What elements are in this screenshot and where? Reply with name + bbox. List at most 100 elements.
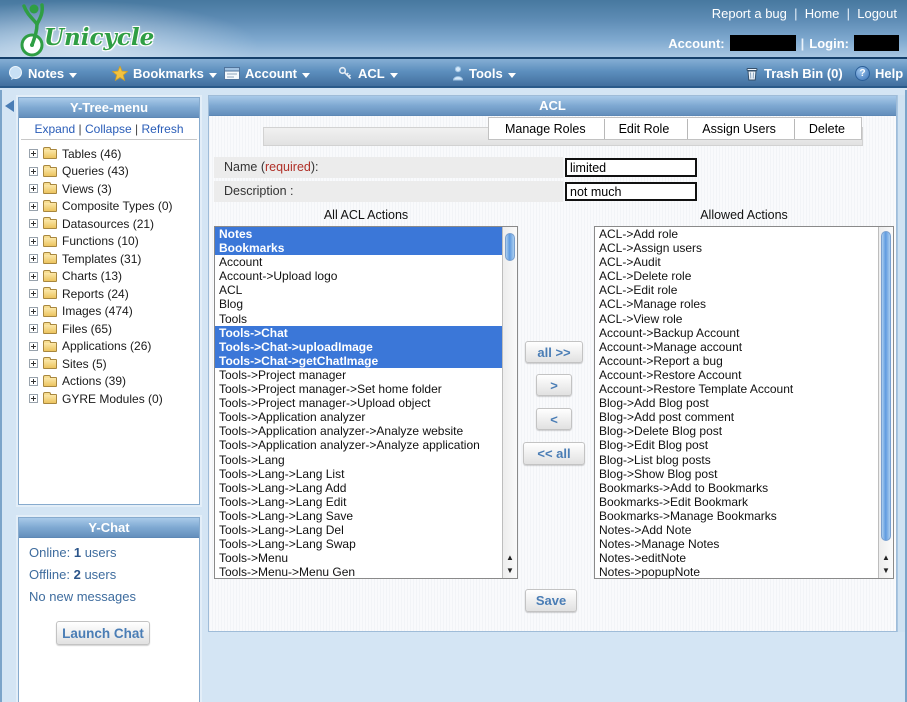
expand-plus-icon[interactable] [29,254,38,263]
launch-chat-button[interactable]: Launch Chat [56,621,150,645]
list-item[interactable]: Tools->Chat [215,326,502,340]
allowed-actions-listbox[interactable]: ACL->Add roleACL->Assign usersACL->Audit… [594,226,894,579]
list-item[interactable]: Blog->Edit Blog post [595,438,878,452]
tree-item[interactable]: Functions (10) [29,233,199,251]
list-item[interactable]: Tools->Lang->Lang Del [215,523,502,537]
tab-delete[interactable]: Delete [794,119,859,139]
list-item[interactable]: Notes->editNote [595,551,878,565]
move-all-left-button[interactable]: << all [523,442,585,465]
tree-item[interactable]: Actions (39) [29,373,199,391]
list-item[interactable]: Tools->Lang->Lang Add [215,481,502,495]
expand-plus-icon[interactable] [29,272,38,281]
list-item[interactable]: ACL->Audit [595,255,878,269]
tab-manage-roles[interactable]: Manage Roles [491,119,600,139]
scrollbar-arrows[interactable]: ▲▼ [503,551,517,577]
tree-item[interactable]: Charts (13) [29,268,199,286]
expand-plus-icon[interactable] [29,359,38,368]
nav-item-account[interactable]: Account [224,64,310,82]
expand-link[interactable]: Expand [34,122,85,136]
nav-item-tools[interactable]: Tools [452,64,516,82]
list-item[interactable]: Account->Manage account [595,340,878,354]
expand-plus-icon[interactable] [29,394,38,403]
list-item[interactable]: Notes [215,227,502,241]
nav-item-notes[interactable]: Notes [8,64,77,82]
nav-item-help[interactable]: Help [855,64,903,82]
list-item[interactable]: Tools->Chat->uploadImage [215,340,502,354]
list-item[interactable]: ACL->Delete role [595,269,878,283]
list-item[interactable]: Account->Restore Template Account [595,382,878,396]
scrollbar-thumb[interactable] [505,233,515,261]
refresh-link[interactable]: Refresh [141,122,183,136]
list-item[interactable]: ACL->Assign users [595,241,878,255]
list-item[interactable]: Account->Restore Account [595,368,878,382]
list-item[interactable]: Bookmarks->Add to Bookmarks [595,481,878,495]
nav-item-bookmarks[interactable]: Bookmarks [112,64,217,82]
tree-item[interactable]: Views (3) [29,180,199,198]
tree-item[interactable]: Queries (43) [29,163,199,181]
list-item[interactable]: Tools->Project manager->Set home folder [215,382,502,396]
tree-item[interactable]: Images (474) [29,303,199,321]
list-item[interactable]: Blog->Add Blog post [595,396,878,410]
list-item[interactable]: Tools->Project manager->Upload object [215,396,502,410]
expand-plus-icon[interactable] [29,149,38,158]
list-item[interactable]: Account->Backup Account [595,326,878,340]
expand-plus-icon[interactable] [29,184,38,193]
expand-plus-icon[interactable] [29,377,38,386]
all-acl-actions-listbox[interactable]: NotesBookmarksAccountAccount->Upload log… [214,226,518,579]
logout-link[interactable]: Logout [857,6,897,21]
list-item[interactable]: ACL->Manage roles [595,297,878,311]
expand-plus-icon[interactable] [29,219,38,228]
tab-edit-role[interactable]: Edit Role [604,119,684,139]
list-item[interactable]: Blog [215,297,502,311]
list-item[interactable]: Blog->List blog posts [595,453,878,467]
list-item[interactable]: Tools->Lang->Lang Edit [215,495,502,509]
list-item[interactable]: Tools [215,312,502,326]
list-item[interactable]: Tools->Application analyzer [215,410,502,424]
list-item[interactable]: Bookmarks [215,241,502,255]
scrollbar-thumb[interactable] [881,231,891,541]
tree-item[interactable]: GYRE Modules (0) [29,390,199,408]
tree-item[interactable]: Applications (26) [29,338,199,356]
tree-item[interactable]: Tables (46) [29,145,199,163]
expand-plus-icon[interactable] [29,202,38,211]
list-item[interactable]: Notes->Add Note [595,523,878,537]
list-item[interactable]: Tools->Lang->Lang List [215,467,502,481]
list-item[interactable]: Tools->Lang->Lang Save [215,509,502,523]
description-input[interactable] [565,182,697,201]
tree-item[interactable]: Reports (24) [29,285,199,303]
nav-item-acl[interactable]: ACL [338,64,398,82]
list-item[interactable]: Tools->Project manager [215,368,502,382]
list-item[interactable]: Tools->Application analyzer->Analyze web… [215,424,502,438]
expand-plus-icon[interactable] [29,342,38,351]
expand-plus-icon[interactable] [29,289,38,298]
main-scroll-strip[interactable] [897,95,905,632]
list-item[interactable]: ACL [215,283,502,297]
tab-assign-users[interactable]: Assign Users [687,119,790,139]
list-item[interactable]: Tools->Menu [215,551,502,565]
scrollbar-arrows[interactable]: ▲▼ [879,551,893,577]
list-item[interactable]: Tools->Chat->getChatImage [215,354,502,368]
list-item[interactable]: Bookmarks->Edit Bookmark [595,495,878,509]
tree-item[interactable]: Datasources (21) [29,215,199,233]
expand-plus-icon[interactable] [29,237,38,246]
save-button[interactable]: Save [525,589,577,612]
allowed-list-scrollbar[interactable]: ▲▼ [878,227,893,578]
list-item[interactable]: Blog->Add post comment [595,410,878,424]
list-item[interactable]: Account->Upload logo [215,269,502,283]
list-item[interactable]: Account [215,255,502,269]
tree-item[interactable]: Composite Types (0) [29,198,199,216]
name-input[interactable] [565,158,697,177]
expand-plus-icon[interactable] [29,307,38,316]
list-item[interactable]: ACL->Add role [595,227,878,241]
tree-item[interactable]: Files (65) [29,320,199,338]
expand-plus-icon[interactable] [29,167,38,176]
report-a-bug-link[interactable]: Report a bug [712,6,805,21]
home-link[interactable]: Home [805,6,858,21]
collapse-link[interactable]: Collapse [85,122,142,136]
list-item[interactable]: Tools->Application analyzer->Analyze app… [215,438,502,452]
list-item[interactable]: Notes->popupNote [595,565,878,578]
tree-item[interactable]: Templates (31) [29,250,199,268]
list-item[interactable]: Blog->Delete Blog post [595,424,878,438]
sidebar-collapse-arrow[interactable] [5,100,14,112]
list-item[interactable]: Tools->Lang [215,453,502,467]
